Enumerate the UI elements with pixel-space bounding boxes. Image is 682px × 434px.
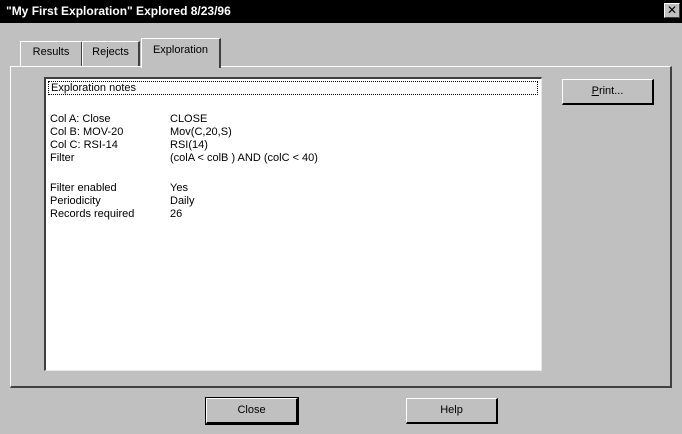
notes-key: Periodicity bbox=[50, 195, 101, 207]
close-button-label: Close bbox=[237, 404, 266, 416]
notes-key: Col A: Close bbox=[50, 113, 111, 125]
notes-value: Yes bbox=[170, 182, 188, 194]
notes-key: Filter enabled bbox=[50, 182, 117, 194]
help-button-label: Help bbox=[440, 404, 463, 416]
notes-key: Records required bbox=[50, 208, 135, 220]
help-button[interactable]: Help bbox=[406, 398, 498, 424]
notes-value: Mov(C,20,S) bbox=[170, 126, 232, 138]
notes-value: Daily bbox=[170, 195, 195, 207]
print-mnemonic: P bbox=[591, 85, 599, 97]
notes-key: Col C: RSI-14 bbox=[50, 139, 118, 151]
tab-results[interactable]: Results bbox=[20, 41, 83, 66]
notes-value: CLOSE bbox=[170, 113, 208, 125]
tab-exploration-label: Exploration bbox=[152, 44, 209, 56]
notes-key: Col B: MOV-20 bbox=[50, 126, 124, 138]
notes-value: RSI(14) bbox=[170, 139, 208, 151]
tab-rejects-label: Rejects bbox=[92, 46, 129, 58]
tab-rejects[interactable]: Rejects bbox=[82, 41, 140, 66]
tab-results-label: Results bbox=[32, 46, 70, 58]
window-title: "My First Exploration" Explored 8/23/96 bbox=[6, 4, 231, 18]
exploration-notes-panel[interactable]: Exploration notes Col A: Close CLOSE Col… bbox=[44, 77, 542, 371]
notes-value: 26 bbox=[170, 208, 183, 220]
print-label: rint... bbox=[598, 85, 624, 97]
notes-value: (colA < colB ) AND (colC < 40) bbox=[170, 152, 318, 164]
print-button[interactable]: Print... bbox=[562, 79, 654, 105]
notes-key: Filter bbox=[50, 152, 75, 164]
close-icon: ✕ bbox=[666, 3, 678, 17]
notes-header: Exploration notes bbox=[48, 81, 538, 95]
tab-exploration[interactable]: Exploration bbox=[141, 38, 221, 68]
close-button[interactable]: Close bbox=[205, 397, 299, 425]
title-bar: "My First Exploration" Explored 8/23/96 … bbox=[0, 0, 682, 23]
close-window-button[interactable]: ✕ bbox=[664, 3, 680, 18]
